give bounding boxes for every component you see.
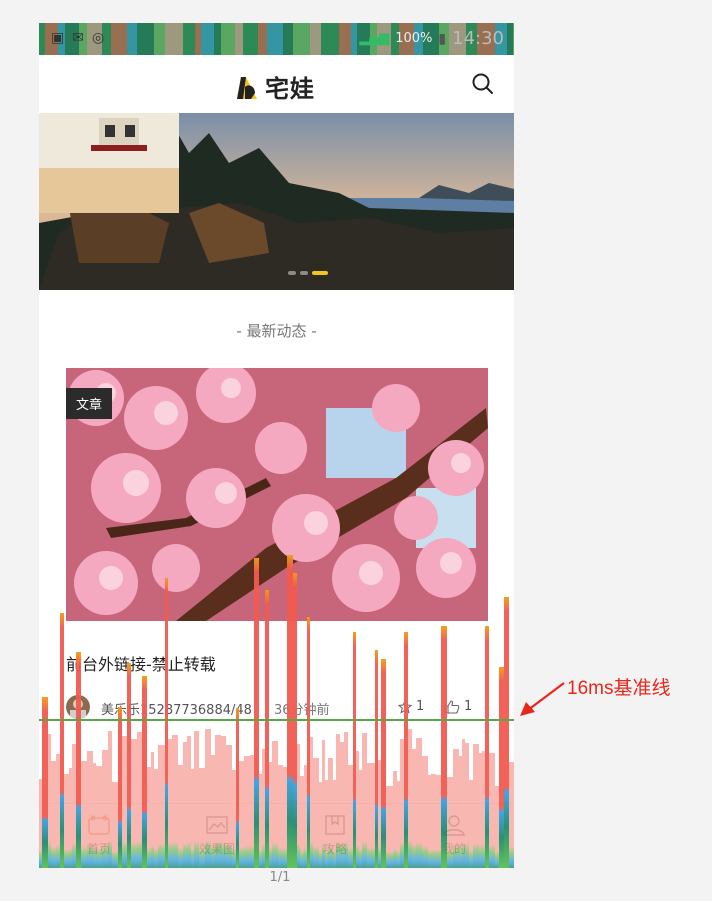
banner-carousel[interactable] xyxy=(39,113,514,290)
article-meta: 美乐乐15287736884/48 36分钟前 1 1 xyxy=(66,695,488,721)
status-stripe xyxy=(235,23,243,55)
status-stripe xyxy=(183,23,195,55)
tab-label: 我的 xyxy=(441,842,466,856)
arrow-icon xyxy=(520,682,565,716)
status-stripe xyxy=(221,23,235,55)
tab-renderings[interactable]: 效果图 xyxy=(187,814,247,857)
like-count: 1 xyxy=(464,699,473,714)
image-icon xyxy=(206,816,228,834)
bottom-tab-bar: 首页 效果图 攻略 我的 xyxy=(39,803,514,868)
favorite-count: 1 xyxy=(416,699,425,714)
page-indicator: 1/1 xyxy=(269,870,291,885)
status-stripe xyxy=(137,23,154,55)
status-stripe xyxy=(201,23,214,55)
article-title[interactable]: 前台外链接-禁止转载 xyxy=(66,651,216,675)
status-stripe xyxy=(293,23,310,55)
content-type-tag: 文章 xyxy=(66,388,113,419)
status-stripe xyxy=(283,23,293,55)
sync-notification-icon: ◎ xyxy=(91,30,105,46)
search-icon[interactable] xyxy=(472,73,494,95)
tab-home[interactable]: 首页 xyxy=(69,814,129,857)
bookmark-icon xyxy=(325,815,345,835)
banner-image xyxy=(39,113,514,290)
carousel-dot[interactable] xyxy=(288,271,296,275)
author-avatar[interactable] xyxy=(66,695,90,719)
carousel-indicator xyxy=(288,271,328,275)
tab-profile[interactable]: 我的 xyxy=(424,814,484,857)
phone-screen: ▣ ✉ ◎ ▂▄▆ 100% ▮ 14:30 宅娃 - 最新动态 - 文章 前台… xyxy=(39,23,514,868)
star-icon xyxy=(398,699,412,714)
author-name[interactable]: 美乐乐15287736884/48 xyxy=(101,699,252,718)
carousel-dot-active[interactable] xyxy=(312,271,328,275)
status-stripe xyxy=(339,23,351,55)
tab-label: 攻略 xyxy=(322,842,347,856)
status-stripe xyxy=(267,23,283,55)
thumbs-up-icon xyxy=(444,699,460,714)
battery-icon: ▮ xyxy=(438,30,447,47)
section-title: - 最新动态 - xyxy=(236,322,317,340)
status-stripe xyxy=(351,23,357,55)
tab-label: 效果图 xyxy=(198,842,235,856)
post-time: 36分钟前 xyxy=(274,703,330,718)
app-header: 宅娃 xyxy=(39,55,514,113)
status-stripe xyxy=(195,23,201,55)
status-stripe xyxy=(127,23,137,55)
tab-guides[interactable]: 攻略 xyxy=(305,814,365,857)
app-logo[interactable]: 宅娃 xyxy=(233,69,315,104)
status-bar: ▣ ✉ ◎ ▂▄▆ 100% ▮ 14:30 xyxy=(39,23,514,55)
status-stripe xyxy=(310,23,321,55)
status-stripe xyxy=(513,23,514,55)
signal-icon: ▂▄▆ xyxy=(359,31,390,46)
like-stat[interactable]: 1 xyxy=(444,699,472,714)
user-icon xyxy=(443,815,465,836)
status-stripe xyxy=(154,23,165,55)
article-cover-image[interactable] xyxy=(66,368,488,621)
home-icon xyxy=(88,815,110,835)
cherry-blossom-image xyxy=(66,368,488,621)
status-stripe xyxy=(111,23,127,55)
status-stripe xyxy=(243,23,258,55)
battery-percent: 100% xyxy=(395,31,433,46)
frame-baseline-16ms xyxy=(39,719,514,721)
tab-label: 首页 xyxy=(86,842,111,856)
carousel-dot[interactable] xyxy=(300,271,308,275)
baseline-annotation: 16ms基准线 xyxy=(567,678,671,699)
status-stripe xyxy=(39,23,45,55)
favorite-stat[interactable]: 1 xyxy=(398,699,424,714)
status-stripe xyxy=(165,23,183,55)
mail-notification-icon: ✉ xyxy=(72,30,84,46)
clock: 14:30 xyxy=(452,28,504,49)
logo-text: 宅娃 xyxy=(265,75,315,103)
status-icons-left: ▣ ✉ ◎ xyxy=(51,30,104,46)
logo-icon xyxy=(237,76,257,99)
status-stripe xyxy=(507,23,513,55)
status-stripe xyxy=(258,23,267,55)
image-notification-icon: ▣ xyxy=(51,30,65,46)
status-icons-right: ▂▄▆ 100% ▮ 14:30 xyxy=(359,28,504,49)
status-stripe xyxy=(321,23,339,55)
status-stripe xyxy=(214,23,221,55)
